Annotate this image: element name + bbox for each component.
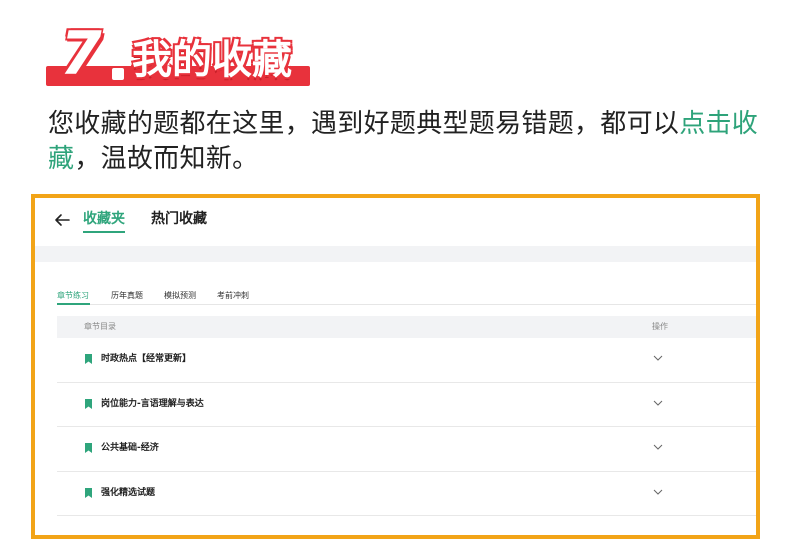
subtab-final-sprint[interactable]: 考前冲刺 [217, 290, 249, 302]
table-row[interactable]: 强化精选试题 [57, 472, 756, 516]
section-heading: 7 我的收藏 [46, 22, 312, 88]
bookmark-icon [85, 398, 92, 409]
bookmark-icon [85, 443, 92, 453]
bookmark-icon [85, 487, 92, 498]
active-subtab-indicator [57, 303, 90, 305]
section-number: 7 [60, 19, 102, 89]
chapter-table: 章节目录 操作 时政热点【经常更新】 岗位能力-言语理解与表达 公共基础-经济 … [57, 316, 756, 516]
column-action: 操作 [652, 322, 668, 331]
table-header: 章节目录 操作 [57, 316, 756, 338]
table-row[interactable]: 岗位能力-言语理解与表达 [57, 383, 756, 427]
chevron-down-icon[interactable] [653, 488, 663, 496]
row-label: 强化精选试题 [101, 487, 156, 498]
row-label: 时政热点【经常更新】 [101, 354, 192, 364]
row-label: 公共基础-经济 [101, 443, 159, 453]
table-row[interactable]: 时政热点【经常更新】 [57, 338, 756, 383]
chevron-down-icon[interactable] [653, 443, 663, 451]
chevron-down-icon[interactable] [653, 354, 663, 362]
subtab-chapter-practice[interactable]: 章节练习 [57, 290, 89, 302]
chevron-down-icon[interactable] [653, 399, 663, 407]
divider-strip [35, 246, 756, 262]
bookmark-icon [85, 354, 92, 364]
column-chapter: 章节目录 [84, 322, 116, 331]
table-row[interactable]: 公共基础-经济 [57, 427, 756, 472]
intro-text: 您收藏的题都在这里，遇到好题典型题易错题，都可以点击收藏，温故而知新。 [48, 107, 760, 177]
section-title: 我的收藏 [132, 37, 292, 83]
tab-hot-favorites[interactable]: 热门收藏 [151, 210, 207, 228]
intro-text-after: ，温故而知新。 [74, 144, 259, 174]
tab-favorites[interactable]: 收藏夹 [83, 210, 125, 233]
app-screenshot-frame: 收藏夹 热门收藏 章节练习 历年真题 模拟预测 考前冲刺 章节目录 操作 时政热… [31, 194, 760, 539]
subtab-mock-prediction[interactable]: 模拟预测 [164, 290, 196, 302]
subtab-divider [57, 304, 756, 305]
intro-text-before: 您收藏的题都在这里，遇到好题典型题易错题，都可以 [48, 109, 680, 139]
back-arrow-icon[interactable] [52, 208, 72, 232]
top-bar: 收藏夹 热门收藏 [35, 198, 756, 246]
heading-dot [112, 68, 124, 80]
subtab-past-exams[interactable]: 历年真题 [111, 290, 143, 302]
row-label: 岗位能力-言语理解与表达 [101, 398, 204, 409]
